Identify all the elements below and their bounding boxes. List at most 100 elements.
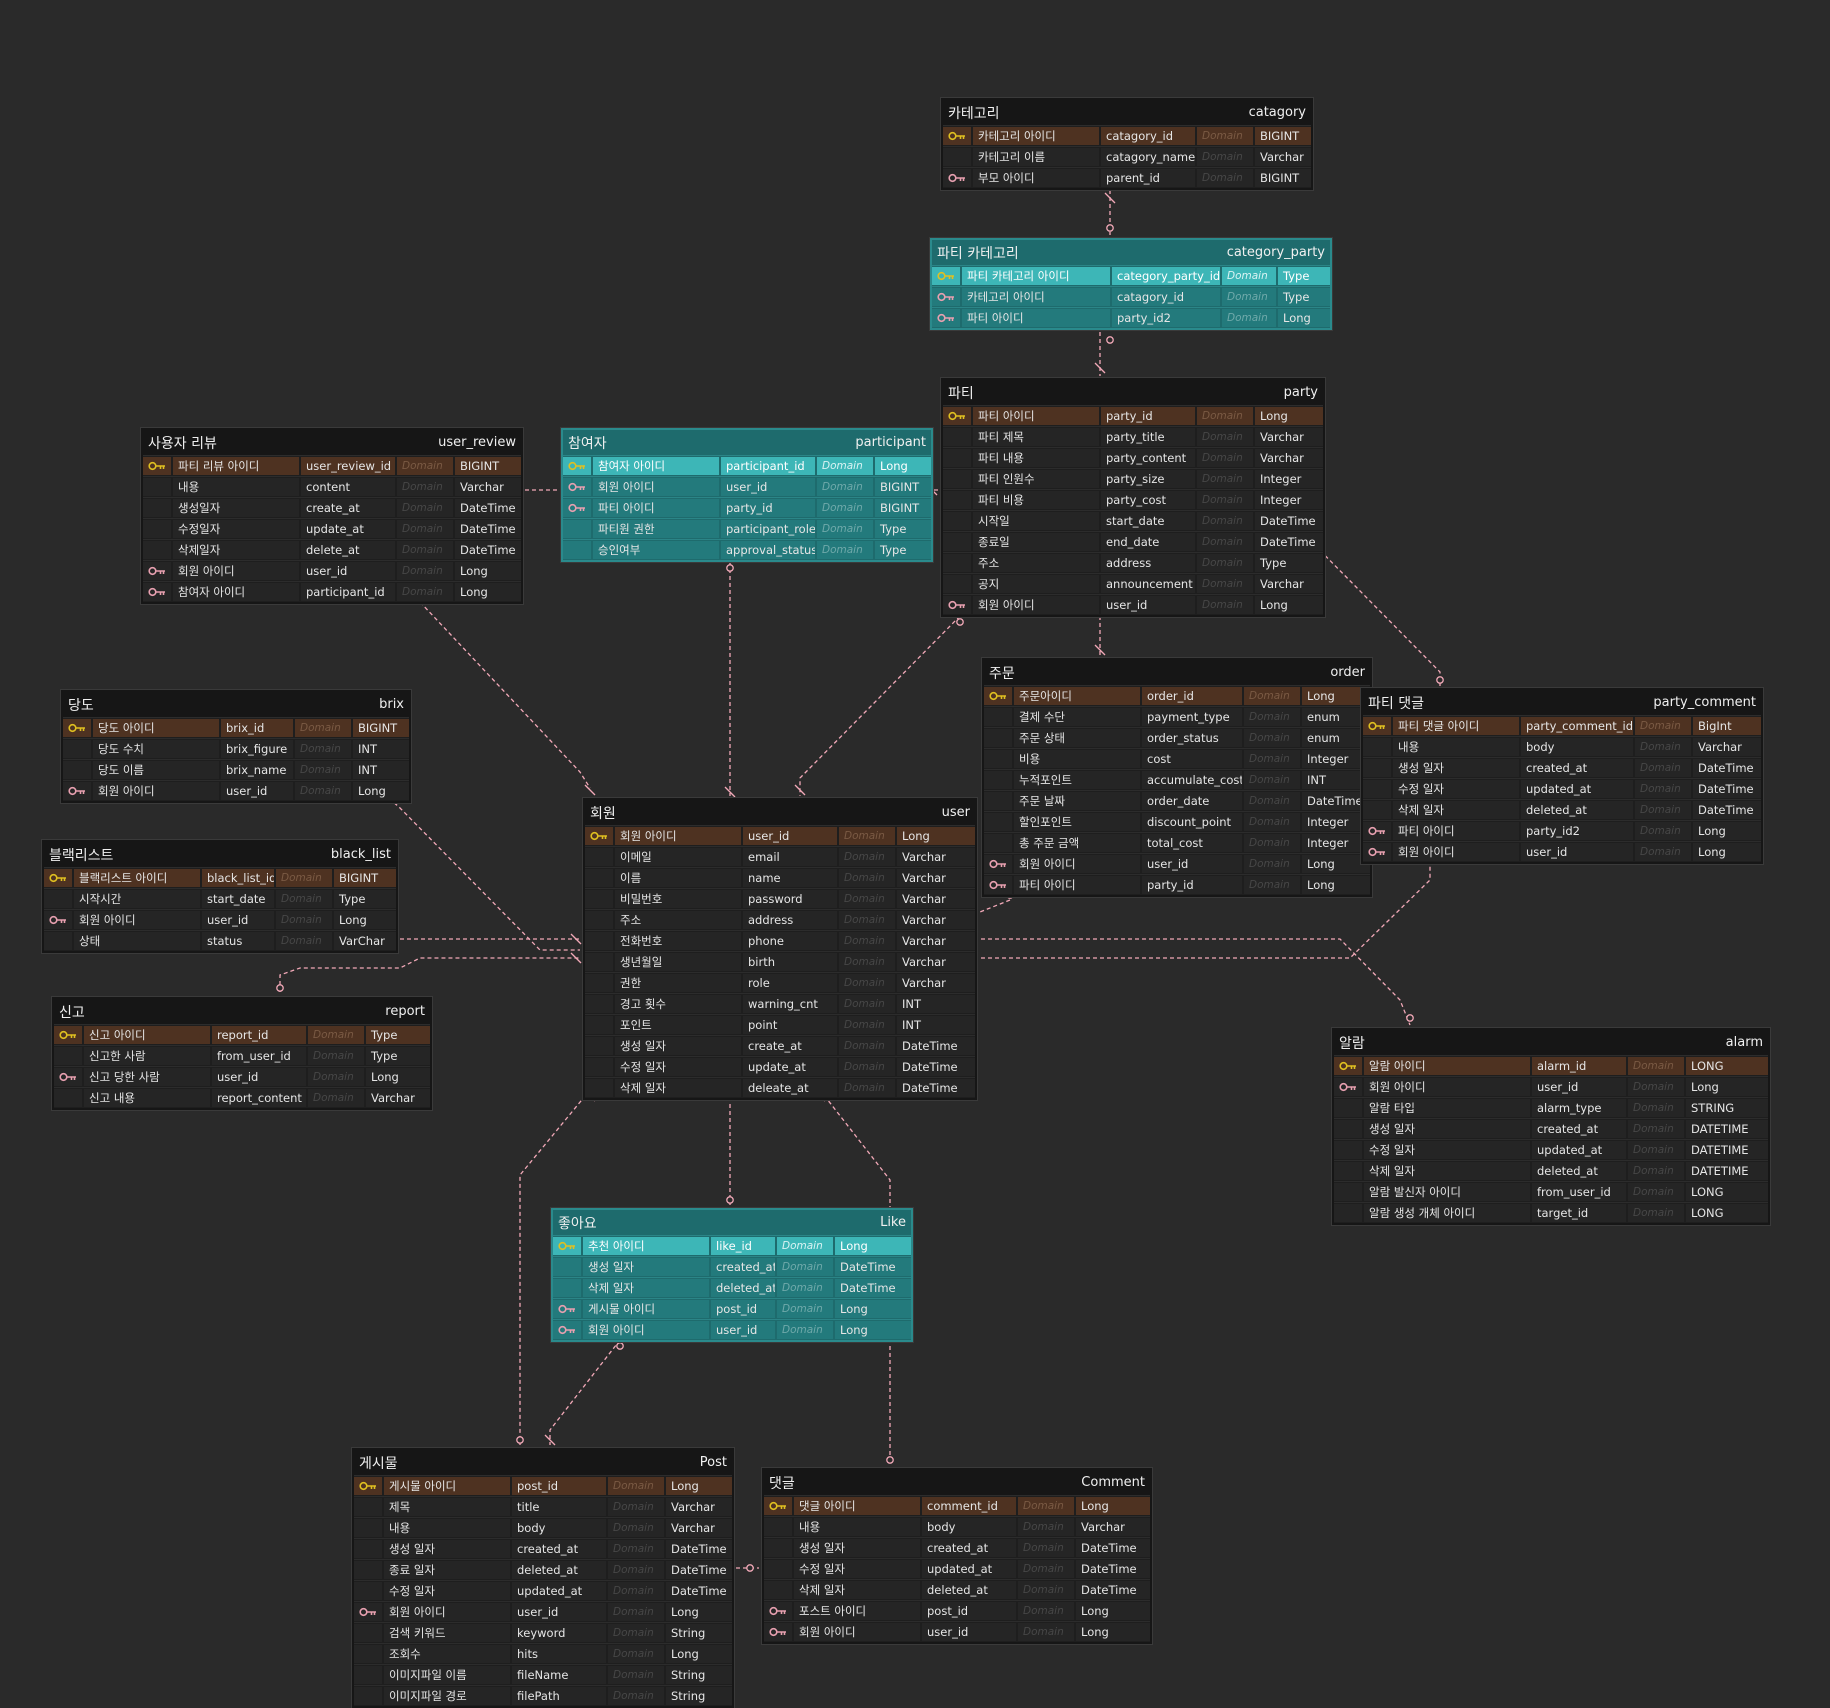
table-post[interactable]: 게시물 Post 게시물 아이디 post_id Domain Long 제목 title Do…: [352, 1448, 734, 1708]
column-row[interactable]: 파티 내용 party_content Domain Varchar: [943, 447, 1323, 468]
column-row[interactable]: 이메일 email Domain Varchar: [585, 846, 975, 867]
column-row[interactable]: 생년월일 birth Domain Varchar: [585, 951, 975, 972]
column-row[interactable]: 경고 횟수 warning_cnt Domain INT: [585, 993, 975, 1014]
table-header[interactable]: 댓글 Comment: [764, 1470, 1150, 1495]
column-row[interactable]: 총 주문 금액 total_cost Domain Integer: [984, 832, 1370, 853]
column-row[interactable]: 알람 타입 alarm_type Domain STRING: [1334, 1097, 1768, 1118]
column-row[interactable]: 신고한 사람 from_user_id Domain Type: [54, 1045, 430, 1066]
table-party-comment[interactable]: 파티 댓글 party_comment 파티 댓글 아이디 party_comment…: [1361, 688, 1763, 864]
column-row[interactable]: 생성 일자 create_at Domain DateTime: [585, 1035, 975, 1056]
column-row[interactable]: 수정 일자 updated_at Domain DateTime: [354, 1580, 732, 1601]
column-row[interactable]: 종료 일자 deleted_at Domain DateTime: [354, 1559, 732, 1580]
column-row[interactable]: 내용 body Domain Varchar: [764, 1516, 1150, 1537]
primary-key-row[interactable]: 참여자 아이디 participant_id Domain Long: [563, 455, 931, 476]
column-row[interactable]: 삭제 일자 deleted_at Domain DateTime: [1363, 799, 1761, 820]
rel-report-user[interactable]: [279, 957, 580, 992]
column-row[interactable]: 권한 role Domain Varchar: [585, 972, 975, 993]
column-row[interactable]: 승인여부 approval_status Domain Type: [563, 539, 931, 560]
table-brix[interactable]: 당도 brix 당도 아이디 brix_id Domain BIGINT 당도 수치 brix…: [61, 690, 411, 803]
column-row[interactable]: 시작일 start_date Domain DateTime: [943, 510, 1323, 531]
table-alarm[interactable]: 알람 alarm 알람 아이디 alarm_id Domain LONG 회원 아이디 use…: [1332, 1028, 1770, 1225]
table-header[interactable]: 게시물 Post: [354, 1450, 732, 1475]
foreign-key-row[interactable]: 포스트 아이디 post_id Domain Long: [764, 1600, 1150, 1621]
foreign-key-row[interactable]: 부모 아이디 parent_id Domain BIGINT: [943, 167, 1311, 188]
column-row[interactable]: 비밀번호 password Domain Varchar: [585, 888, 975, 909]
table-category-party[interactable]: 파티 카테고리 category_party 파티 카테고리 아이디 category…: [930, 238, 1332, 330]
primary-key-row[interactable]: 신고 아이디 report_id Domain Type: [54, 1024, 430, 1045]
foreign-key-row[interactable]: 신고 당한 사람 user_id Domain Long: [54, 1066, 430, 1087]
erd-canvas[interactable]: 카테고리 catagory 카테고리 아이디 catagory_id Domain BIG…: [0, 0, 1830, 1708]
column-row[interactable]: 알람 생성 개체 아이디 target_id Domain LONG: [1334, 1202, 1768, 1223]
column-row[interactable]: 생성일자 create_at Domain DateTime: [143, 497, 521, 518]
table-user-review[interactable]: 사용자 리뷰 user_review 파티 리뷰 아이디 user_review_id…: [141, 428, 523, 604]
column-row[interactable]: 누적포인트 accumulate_cost Domain INT: [984, 769, 1370, 790]
column-row[interactable]: 카테고리 이름 catagory_name Domain Varchar: [943, 146, 1311, 167]
column-row[interactable]: 주문 상태 order_status Domain enum: [984, 727, 1370, 748]
table-participant[interactable]: 참여자 participant 참여자 아이디 participant_id Domai…: [561, 428, 933, 562]
table-party[interactable]: 파티 party 파티 아이디 party_id Domain Long 파티 제목 part…: [941, 378, 1325, 617]
rel-party-user[interactable]: [799, 615, 961, 796]
column-row[interactable]: 알람 발신자 아이디 from_user_id Domain LONG: [1334, 1181, 1768, 1202]
foreign-key-row[interactable]: 회원 아이디 user_id Domain Long: [354, 1601, 732, 1622]
column-row[interactable]: 공지 announcement Domain Varchar: [943, 573, 1323, 594]
table-black-list[interactable]: 블랙리스트 black_list 블랙리스트 아이디 black_list_id Dom…: [42, 840, 398, 953]
column-row[interactable]: 생성 일자 created_at Domain DateTime: [553, 1256, 911, 1277]
table-header[interactable]: 파티 댓글 party_comment: [1363, 690, 1761, 715]
column-row[interactable]: 주소 address Domain Type: [943, 552, 1323, 573]
column-row[interactable]: 수정 일자 updated_at Domain DateTime: [764, 1558, 1150, 1579]
column-row[interactable]: 생성 일자 created_at Domain DateTime: [764, 1537, 1150, 1558]
table-like[interactable]: 좋아요 Like 추천 아이디 like_id Domain Long 생성 일자 creat…: [551, 1208, 913, 1342]
rel-like-post[interactable]: [549, 1339, 621, 1445]
foreign-key-row[interactable]: 회원 아이디 user_id Domain BIGINT: [563, 476, 931, 497]
column-row[interactable]: 파티 제목 party_title Domain Varchar: [943, 426, 1323, 447]
primary-key-row[interactable]: 추천 아이디 like_id Domain Long: [553, 1235, 911, 1256]
table-header[interactable]: 블랙리스트 black_list: [44, 842, 396, 867]
foreign-key-row[interactable]: 회원 아이디 user_id Domain Long: [764, 1621, 1150, 1642]
column-row[interactable]: 이름 name Domain Varchar: [585, 867, 975, 888]
foreign-key-row[interactable]: 회원 아이디 user_id Domain Long: [553, 1319, 911, 1340]
table-report[interactable]: 신고 report 신고 아이디 report_id Domain Type 신고한 사람 f…: [52, 997, 432, 1110]
table-comment[interactable]: 댓글 Comment 댓글 아이디 comment_id Domain Long 내용 bod…: [762, 1468, 1152, 1644]
column-row[interactable]: 결제 수단 payment_type Domain enum: [984, 706, 1370, 727]
column-row[interactable]: 수정일자 update_at Domain DateTime: [143, 518, 521, 539]
column-row[interactable]: 삭제 일자 deleate_at Domain DateTime: [585, 1077, 975, 1098]
primary-key-row[interactable]: 주문아이디 order_id Domain Long: [984, 685, 1370, 706]
foreign-key-row[interactable]: 파티 아이디 party_id Domain BIGINT: [563, 497, 931, 518]
column-row[interactable]: 삭제 일자 deleted_at Domain DATETIME: [1334, 1160, 1768, 1181]
column-row[interactable]: 내용 content Domain Varchar: [143, 476, 521, 497]
foreign-key-row[interactable]: 회원 아이디 user_id Domain Long: [143, 560, 521, 581]
column-row[interactable]: 수정 일자 update_at Domain DateTime: [585, 1056, 975, 1077]
column-row[interactable]: 상태 status Domain VarChar: [44, 930, 396, 951]
column-row[interactable]: 수정 일자 updated_at Domain DATETIME: [1334, 1139, 1768, 1160]
table-header[interactable]: 알람 alarm: [1334, 1030, 1768, 1055]
foreign-key-row[interactable]: 회원 아이디 user_id Domain Long: [943, 594, 1323, 615]
column-row[interactable]: 비용 cost Domain Integer: [984, 748, 1370, 769]
column-row[interactable]: 종료일 end_date Domain DateTime: [943, 531, 1323, 552]
foreign-key-row[interactable]: 회원 아이디 user_id Domain Long: [984, 853, 1370, 874]
primary-key-row[interactable]: 파티 아이디 party_id Domain Long: [943, 405, 1323, 426]
column-row[interactable]: 이미지파일 이름 fileName Domain String: [354, 1664, 732, 1685]
column-row[interactable]: 주문 날짜 order_date Domain DateTime: [984, 790, 1370, 811]
column-row[interactable]: 신고 내용 report_content Domain Varchar: [54, 1087, 430, 1108]
column-row[interactable]: 삭제 일자 deleted_at Domain DateTime: [764, 1579, 1150, 1600]
table-user[interactable]: 회원 user 회원 아이디 user_id Domain Long 이메일 email Dom…: [583, 798, 977, 1100]
primary-key-row[interactable]: 카테고리 아이디 catagory_id Domain BIGINT: [943, 125, 1311, 146]
column-row[interactable]: 당도 이름 brix_name Domain INT: [63, 759, 409, 780]
rel-user-review-user[interactable]: [419, 601, 591, 789]
foreign-key-row[interactable]: 회원 아이디 user_id Domain Long: [1363, 841, 1761, 862]
column-row[interactable]: 파티 비용 party_cost Domain Integer: [943, 489, 1323, 510]
table-header[interactable]: 좋아요 Like: [553, 1210, 911, 1235]
column-row[interactable]: 주소 address Domain Varchar: [585, 909, 975, 930]
primary-key-row[interactable]: 파티 댓글 아이디 party_comment_id Domain BigInt: [1363, 715, 1761, 736]
table-header[interactable]: 회원 user: [585, 800, 975, 825]
column-row[interactable]: 전화번호 phone Domain Varchar: [585, 930, 975, 951]
primary-key-row[interactable]: 게시물 아이디 post_id Domain Long: [354, 1475, 732, 1496]
column-row[interactable]: 파티원 권한 participant_role Domain Type: [563, 518, 931, 539]
column-row[interactable]: 삭제일자 delete_at Domain DateTime: [143, 539, 521, 560]
column-row[interactable]: 당도 수치 brix_figure Domain INT: [63, 738, 409, 759]
column-row[interactable]: 포인트 point Domain INT: [585, 1014, 975, 1035]
primary-key-row[interactable]: 파티 카테고리 아이디 category_party_id Domain Type: [932, 265, 1330, 286]
table-header[interactable]: 카테고리 catagory: [943, 100, 1311, 125]
foreign-key-row[interactable]: 파티 아이디 party_id2 Domain Long: [1363, 820, 1761, 841]
table-header[interactable]: 주문 order: [984, 660, 1370, 685]
